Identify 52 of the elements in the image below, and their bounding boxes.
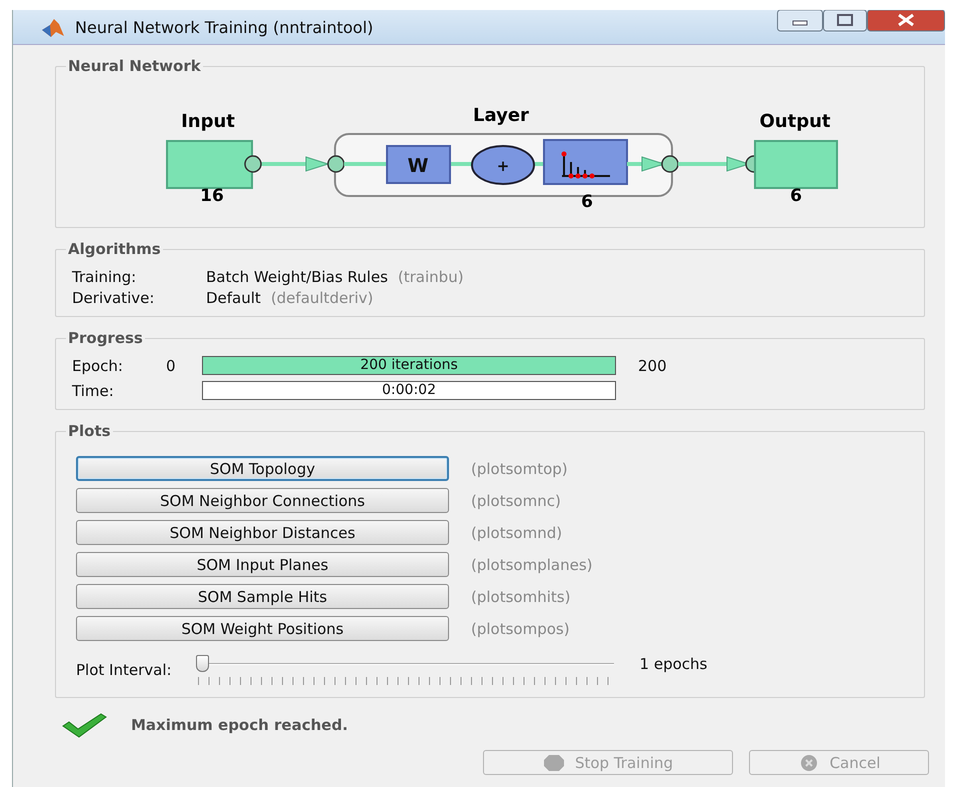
minimize-icon[interactable] [777, 10, 823, 32]
group-title: Progress [67, 329, 144, 347]
layer-label: Layer [473, 105, 529, 126]
port-icon [661, 155, 679, 173]
layer-size: 6 [581, 192, 593, 212]
function-name: (plotsomplanes) [471, 556, 592, 574]
progress-label: Time: [72, 382, 115, 400]
weight-block: W [386, 145, 451, 184]
input-size: 16 [200, 186, 224, 206]
checkmark-icon [61, 712, 107, 738]
close-icon[interactable] [867, 10, 945, 32]
algorithm-label: Derivative: [72, 288, 156, 306]
plot-button[interactable]: SOM Neighbor Connections [76, 488, 449, 513]
progress-text: 200 iterations [359, 357, 459, 374]
function-name: (plotsomhits) [471, 588, 570, 606]
plot-button[interactable]: SOM Weight Positions [76, 616, 449, 641]
plot-interval-value: 1 epochs [640, 655, 708, 673]
start-value: 0 [166, 356, 176, 374]
function-name: (plotsomtop) [471, 460, 568, 478]
function-name: (defaultderiv) [270, 288, 374, 306]
output-label: Output [759, 111, 831, 132]
slider-thumb[interactable] [196, 655, 209, 672]
plot-button[interactable]: SOM Input Planes [76, 552, 449, 577]
function-name: (plotsomnd) [471, 524, 562, 542]
algorithm-value: Default [206, 288, 261, 306]
maximize-icon[interactable] [823, 10, 867, 32]
plot-interval-label: Plot Interval: [76, 661, 172, 679]
stop-icon [542, 754, 565, 772]
output-size: 6 [790, 186, 802, 206]
algorithm-value: Batch Weight/Bias Rules [206, 268, 388, 286]
port-icon [327, 155, 345, 173]
input-label: Input [181, 111, 235, 132]
algorithm-label: Training: [72, 268, 138, 286]
plot-button[interactable]: SOM Neighbor Distances [76, 520, 449, 545]
peaks-logo-icon [41, 16, 65, 38]
plot-button[interactable]: SOM Sample Hits [76, 584, 449, 609]
group-title: Plots [67, 422, 112, 440]
connection-arrow [261, 156, 330, 172]
window-title: Neural Network Training (nntraintool) [75, 18, 374, 36]
function-name: (plotsompos) [471, 620, 570, 638]
port-icon [244, 155, 262, 173]
function-name: (trainbu) [398, 268, 464, 286]
group-title: Algorithms [67, 240, 162, 258]
stem-plot-icon [561, 152, 611, 178]
progress-label: Epoch: [72, 356, 124, 374]
plot-button[interactable]: SOM Topology [76, 456, 449, 481]
function-name: (plotsomnc) [471, 492, 561, 510]
end-value: 200 [638, 356, 667, 374]
sum-node: + [471, 145, 535, 185]
progress-text: 0:00:02 [381, 382, 437, 399]
group-title: Neural Network [67, 57, 202, 75]
status-message: Maximum epoch reached. [131, 716, 348, 734]
